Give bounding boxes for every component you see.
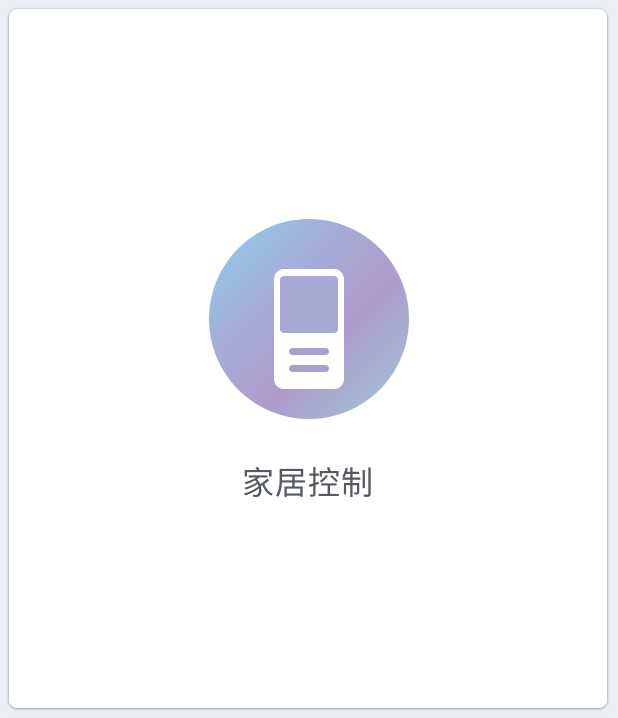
tile-label: 家居控制 — [241, 464, 374, 502]
home-control-tile[interactable]: 家居控制 — [9, 9, 607, 708]
device-remote-icon — [274, 269, 344, 389]
tile-icon-circle — [209, 219, 409, 419]
